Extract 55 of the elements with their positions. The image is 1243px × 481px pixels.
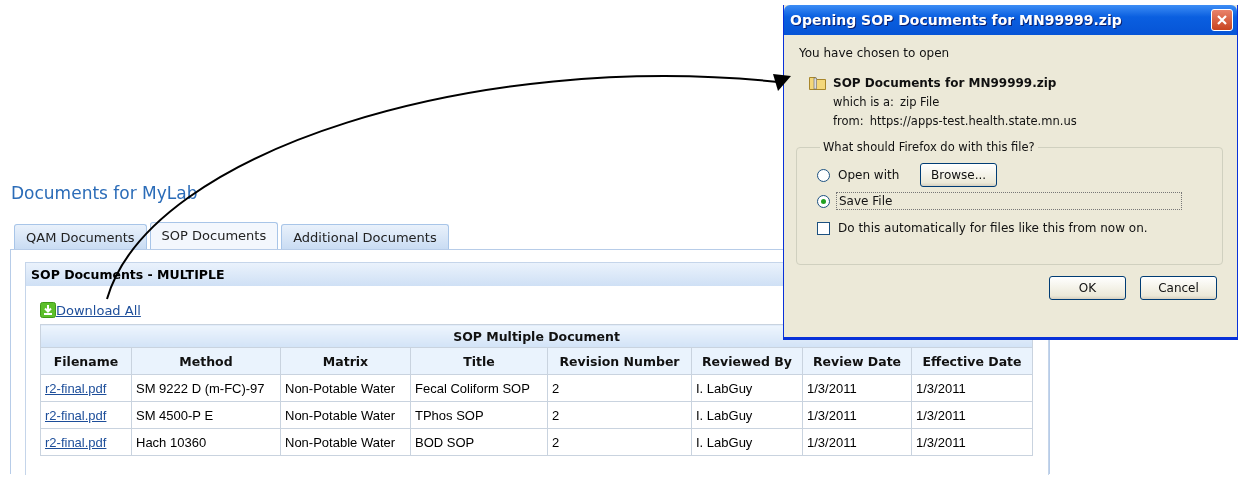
table-cell: 1/3/2011 — [802, 374, 912, 402]
table-cell: Non-Potable Water — [280, 401, 411, 429]
intro-text: You have chosen to open — [799, 46, 951, 60]
table-cell: 1/3/2011 — [911, 374, 1033, 402]
column-header: Method — [131, 347, 281, 375]
tab[interactable]: Additional Documents — [281, 224, 449, 249]
table-cell: TPhos SOP — [410, 401, 548, 429]
column-header: Title — [410, 347, 548, 375]
from-label: from: — [833, 114, 864, 128]
file-name: SOP Documents for MN99999.zip — [833, 75, 1057, 90]
from-value: https://apps-test.health.state.mn.us — [869, 114, 1077, 128]
table-cell: SM 9222 D (m-FC)-97 — [131, 374, 281, 402]
tab[interactable]: QAM Documents — [14, 224, 147, 249]
option-label[interactable]: Open with — [836, 167, 914, 183]
table-cell: 1/3/2011 — [911, 428, 1033, 456]
type-value: zip File — [899, 95, 940, 109]
checkbox-label[interactable]: Do this automatically for files like this from now on. — [838, 221, 1148, 235]
table-cell: BOD SOP — [410, 428, 548, 456]
checkbox[interactable] — [817, 221, 830, 235]
radio-button[interactable] — [817, 168, 830, 182]
download-all-link[interactable]: Download All — [56, 303, 141, 318]
column-header: Filename — [40, 347, 132, 375]
column-header: Matrix — [280, 347, 411, 375]
page-title: Documents for MyLab — [11, 183, 198, 203]
table-cell: 2 — [547, 401, 692, 429]
column-header: Reviewed By — [691, 347, 803, 375]
table-cell: I. LabGuy — [691, 428, 803, 456]
table-cell: 1/3/2011 — [802, 428, 912, 456]
table-cell: Fecal Coliform SOP — [410, 374, 548, 402]
browse-button[interactable]: Browse... — [920, 163, 998, 187]
table-cell: 2 — [547, 374, 692, 402]
table-cell: Non-Potable Water — [280, 428, 411, 456]
table-cell: SM 4500-P E — [131, 401, 281, 429]
table-cell: Non-Potable Water — [280, 374, 411, 402]
table-cell: I. LabGuy — [691, 374, 803, 402]
table-cell: Hach 10360 — [131, 428, 281, 456]
cancel-button[interactable]: Cancel — [1140, 276, 1217, 300]
tab[interactable]: SOP Documents — [149, 222, 279, 249]
zip-folder-icon — [809, 75, 826, 90]
group-label: What should Firefox do with this file? — [822, 140, 1036, 154]
table-cell: I. LabGuy — [691, 401, 803, 429]
option-label[interactable]: Save File — [836, 192, 1182, 210]
table-cell: 1/3/2011 — [802, 401, 912, 429]
table-cell: 2 — [547, 428, 692, 456]
close-icon — [1216, 14, 1228, 26]
ok-button[interactable]: OK — [1049, 276, 1126, 300]
column-header: Review Date — [802, 347, 912, 375]
table-cell: 1/3/2011 — [911, 401, 1033, 429]
close-button[interactable] — [1211, 9, 1233, 31]
dialog-title: Opening SOP Documents for MN99999.zip — [790, 12, 1122, 28]
download-icon[interactable] — [40, 302, 56, 318]
type-label: which is a: — [833, 95, 894, 109]
column-header: Revision Number — [547, 347, 692, 375]
column-header: Effective Date — [911, 347, 1033, 375]
radio-button[interactable] — [817, 194, 830, 208]
